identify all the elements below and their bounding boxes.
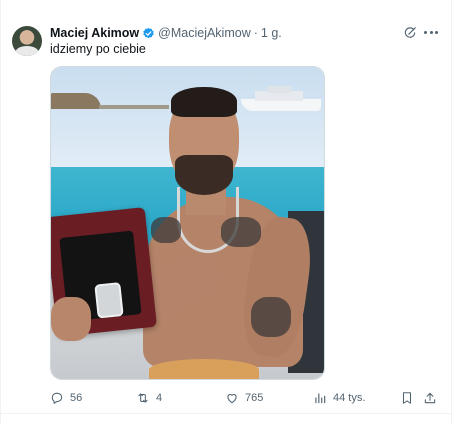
bookmark-button[interactable] (400, 388, 420, 408)
views-count: 44 tys. (333, 392, 366, 404)
more-dot (435, 30, 438, 34)
retweet-icon (138, 393, 148, 403)
verified-badge-icon (143, 27, 154, 38)
bookmark-icon (402, 392, 412, 404)
tweet-actions: 56 4 765 44 tys. (50, 388, 440, 408)
like-count: 765 (245, 392, 264, 404)
photo-tattoo (221, 217, 261, 247)
avatar-shirt (15, 46, 39, 56)
views-button[interactable]: 44 tys. (313, 388, 365, 408)
author-name[interactable]: Maciej Akimow (50, 26, 139, 40)
tweet-header: Maciej Akimow @MaciejAkimow · 1 g. (50, 24, 282, 42)
reply-button[interactable]: 56 (50, 388, 82, 408)
divider (451, 0, 452, 424)
tweet-text: idziemy po ciebie (50, 42, 146, 56)
like-button[interactable]: 765 (225, 388, 263, 408)
retweet-button[interactable]: 4 (136, 388, 162, 408)
photo-person-hair (171, 87, 237, 117)
divider (0, 0, 1, 424)
photo-tattoo (251, 297, 291, 337)
grok-icon[interactable] (403, 26, 417, 40)
more-dot (429, 30, 433, 34)
like-icon (227, 394, 237, 404)
tweet-card[interactable]: Maciej Akimow @MaciejAkimow · 1 g. idzie… (0, 0, 462, 424)
retweet-count: 4 (156, 392, 163, 404)
yacht-top (267, 86, 291, 93)
more-dot (424, 30, 427, 34)
photo-tattoo (151, 217, 181, 243)
reply-icon (51, 392, 63, 404)
tweet-photo[interactable] (50, 66, 325, 380)
photo-person-hand (51, 297, 91, 341)
reply-count: 56 (70, 392, 83, 404)
divider (0, 413, 452, 414)
share-button[interactable] (423, 388, 443, 408)
share-icon (424, 392, 436, 404)
author-handle[interactable]: @MaciejAkimow (158, 26, 251, 40)
separator-dot: · (253, 26, 258, 40)
photo-plate (149, 359, 259, 379)
tweet-timestamp[interactable]: 1 g. (261, 26, 282, 40)
views-icon (315, 393, 326, 404)
photo-yacht (241, 85, 321, 111)
photo-island (51, 93, 101, 109)
photo-watch (94, 282, 124, 319)
avatar[interactable] (12, 26, 42, 56)
photo-shoreline (99, 105, 169, 109)
more-icon[interactable] (423, 24, 439, 40)
